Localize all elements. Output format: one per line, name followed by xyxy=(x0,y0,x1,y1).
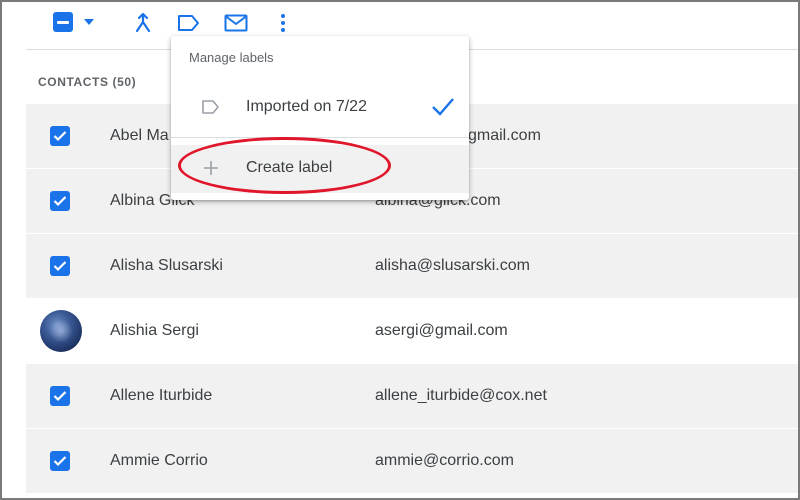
merge-button[interactable] xyxy=(130,10,156,36)
contact-email: asergi@gmail.com xyxy=(375,322,508,339)
select-all-checkbox[interactable] xyxy=(53,12,73,32)
check-icon xyxy=(53,131,67,142)
checkmark-icon xyxy=(432,98,454,116)
row-checkbox[interactable] xyxy=(50,451,70,471)
table-row[interactable]: Ammie Corrio ammie@corrio.com xyxy=(26,429,800,494)
menu-item-label-text: Imported on 7/22 xyxy=(246,98,367,115)
contact-name: Alisha Slusarski xyxy=(110,257,223,274)
create-label-text: Create label xyxy=(246,159,333,176)
contact-name: Abel Ma xyxy=(110,127,169,144)
caret-down-icon xyxy=(84,19,94,25)
menu-title: Manage labels xyxy=(189,50,274,65)
contact-name: Ammie Corrio xyxy=(110,452,208,469)
contact-email: gmail.com xyxy=(468,127,541,144)
plus-icon xyxy=(204,161,218,175)
manage-labels-menu: Manage labels Imported on 7/22 Create la… xyxy=(171,36,469,200)
merge-icon xyxy=(135,12,151,33)
select-menu-button[interactable] xyxy=(81,14,97,30)
contact-email: alisha@slusarski.com xyxy=(375,257,530,274)
label-icon xyxy=(178,15,199,31)
more-vert-icon xyxy=(281,14,285,32)
row-checkbox[interactable] xyxy=(50,386,70,406)
check-icon xyxy=(53,391,67,402)
label-outline-icon xyxy=(202,100,219,114)
contacts-count-header: CONTACTS (50) xyxy=(38,75,137,89)
create-label-button[interactable]: Create label xyxy=(171,145,469,193)
table-row[interactable]: Alisha Slusarski alisha@slusarski.com xyxy=(26,234,800,299)
row-checkbox[interactable] xyxy=(50,126,70,146)
menu-item-imported-label[interactable]: Imported on 7/22 xyxy=(171,84,469,130)
email-icon xyxy=(224,14,248,32)
check-icon xyxy=(53,261,67,272)
row-checkbox[interactable] xyxy=(50,256,70,276)
menu-divider xyxy=(171,137,469,138)
avatar xyxy=(40,310,82,352)
check-icon xyxy=(53,196,67,207)
table-row[interactable]: Alishia Sergi asergi@gmail.com xyxy=(26,299,800,364)
row-checkbox[interactable] xyxy=(50,191,70,211)
manage-labels-button[interactable] xyxy=(176,10,202,36)
contact-email: ammie@corrio.com xyxy=(375,452,514,469)
indeterminate-dash xyxy=(57,20,69,24)
more-actions-button[interactable] xyxy=(270,10,296,36)
contact-name: Allene Iturbide xyxy=(110,387,213,404)
table-row[interactable]: Allene Iturbide allene_iturbide@cox.net xyxy=(26,364,800,429)
check-icon xyxy=(53,456,67,467)
contact-name: Alishia Sergi xyxy=(110,322,199,339)
send-email-button[interactable] xyxy=(223,10,249,36)
contact-email: allene_iturbide@cox.net xyxy=(375,387,547,404)
